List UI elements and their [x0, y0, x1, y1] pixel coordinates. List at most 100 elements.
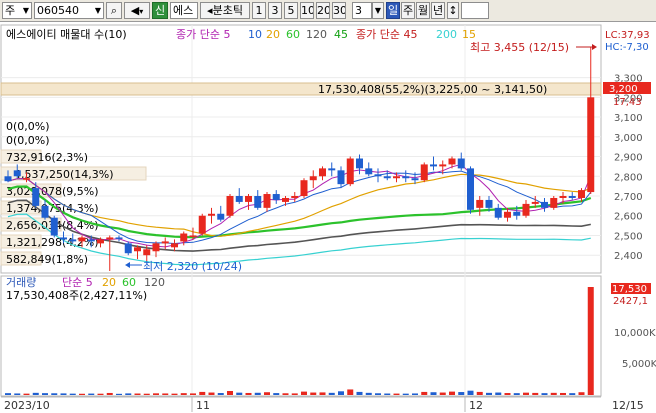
ma-period-120: 120 — [306, 28, 327, 41]
tf-year-button[interactable]: 년 — [431, 2, 445, 19]
price-tick-label: 2,600 — [614, 212, 643, 223]
candle-body — [346, 158, 354, 185]
stock-name: 에스 — [170, 2, 198, 19]
volume-bar — [5, 393, 11, 395]
candle-body — [272, 194, 280, 200]
market-select[interactable]: 주 ▼ — [2, 2, 32, 19]
candle-body — [106, 237, 114, 240]
interval-select[interactable]: 3 — [352, 2, 372, 19]
candle-body — [78, 237, 86, 242]
indicator-label: 에스에이티 매물대 수(10) — [6, 28, 127, 41]
volume-bar — [69, 393, 76, 395]
candle-body — [300, 180, 308, 197]
price-tick-label: 2,500 — [614, 231, 643, 242]
volume-current-pct: 2427,1 — [613, 296, 648, 307]
volume-label: 거래량 — [6, 276, 36, 289]
ma-period-60: 60 — [286, 28, 300, 41]
candle-body — [180, 233, 188, 242]
search-button[interactable]: ⌕ — [106, 2, 122, 19]
ma-period-10: 10 — [248, 28, 262, 41]
volume-bar — [254, 392, 261, 395]
volume-bar — [282, 393, 289, 395]
volume-bar — [328, 392, 335, 395]
volume-bar — [291, 393, 298, 395]
interval-dropdown[interactable]: ▼ — [372, 2, 384, 19]
candle-body — [513, 211, 521, 216]
volume-ma-label: 단순 5 — [62, 276, 93, 289]
speaker-icon: ◀ — [130, 4, 140, 17]
volume-bar — [116, 393, 122, 395]
volume-bar — [402, 393, 409, 395]
volume-bar — [199, 391, 206, 395]
x-label-11: 11 — [196, 399, 210, 412]
tf-week-button[interactable]: 주 — [401, 2, 415, 19]
candle-body — [134, 247, 141, 252]
volume-tick-5000k: 5,000K — [622, 359, 656, 370]
price-tick-label: 2,700 — [614, 192, 643, 203]
candle-body — [217, 213, 225, 220]
updown-button[interactable]: ↕ — [447, 2, 459, 19]
candle-body — [198, 215, 206, 234]
volume-bar — [245, 392, 252, 395]
volume-ma-60: 60 — [122, 276, 136, 289]
volume-bar — [449, 391, 455, 395]
candle-body — [32, 188, 40, 206]
period-button-3[interactable]: 3 — [268, 2, 282, 19]
candle-body — [23, 178, 30, 180]
volume-bar — [88, 393, 95, 395]
period-tick-button[interactable]: ◂분초틱 — [200, 2, 250, 19]
candle-body — [254, 196, 262, 208]
candle-body — [504, 211, 511, 218]
toolbar: 주 ▼ 060540 ▼ ⌕ ◀▾ 신 에스 ◂분초틱 1 3 5 10 20 30… — [0, 0, 656, 22]
volume-bar — [264, 392, 270, 395]
price-tick-label: 3,000 — [614, 133, 643, 144]
price-tick-label: 2,400 — [614, 251, 643, 262]
candle-body — [568, 196, 576, 198]
volume-profile-label: 0(0,0%) — [6, 134, 50, 147]
volume-bar — [208, 392, 215, 395]
candle-body — [309, 176, 317, 181]
period-button-10[interactable]: 10 — [300, 2, 314, 19]
volume-bar — [79, 393, 85, 395]
candle-body — [143, 249, 151, 256]
high-annotation: 최고 3,455 (12/15) — [470, 41, 569, 54]
candle-body — [319, 168, 326, 177]
ma-label: 종가 단순 5 — [176, 28, 230, 41]
volume-ma-120: 120 — [144, 276, 165, 289]
volume-bar — [97, 393, 104, 395]
empty-input[interactable] — [461, 2, 489, 19]
candle-body — [124, 243, 132, 254]
volume-profile-label: 17,530,408(55,2%)(3,225,00 ~ 3,141,50) — [318, 83, 547, 96]
ma2-period-200: 200 — [436, 28, 457, 41]
tf-day-button[interactable]: 일 — [386, 2, 400, 19]
period-button-1[interactable]: 1 — [252, 2, 266, 19]
speaker-button[interactable]: ◀▾ — [124, 2, 150, 19]
volume-bar — [412, 393, 418, 395]
candle-body — [467, 168, 474, 210]
volume-bar — [236, 392, 243, 395]
x-label-12-15: 12/15 — [612, 399, 644, 412]
tf-month-button[interactable]: 월 — [416, 2, 430, 19]
x-label-12: 12 — [469, 399, 483, 412]
volume-bar — [439, 392, 446, 395]
volume-bar — [587, 287, 594, 395]
volume-bar — [532, 392, 539, 395]
new-badge[interactable]: 신 — [152, 2, 168, 19]
volume-bar — [513, 393, 520, 395]
volume-bar — [51, 393, 58, 395]
volume-bar — [569, 393, 576, 395]
candle-body — [430, 164, 437, 167]
code-input[interactable]: 060540 ▼ — [34, 2, 104, 19]
volume-bar — [393, 393, 400, 395]
volume-bar — [162, 393, 169, 395]
volume-bar — [458, 392, 465, 395]
volume-bar — [578, 392, 585, 395]
period-button-30[interactable]: 30 — [332, 2, 346, 19]
candle-body — [50, 217, 58, 236]
volume-tick-10000k: 10,000K — [614, 328, 656, 339]
period-button-20[interactable]: 20 — [316, 2, 330, 19]
candle-body — [383, 176, 391, 179]
volume-bar — [32, 392, 39, 395]
volume-bar — [541, 393, 548, 395]
period-button-5[interactable]: 5 — [284, 2, 298, 19]
